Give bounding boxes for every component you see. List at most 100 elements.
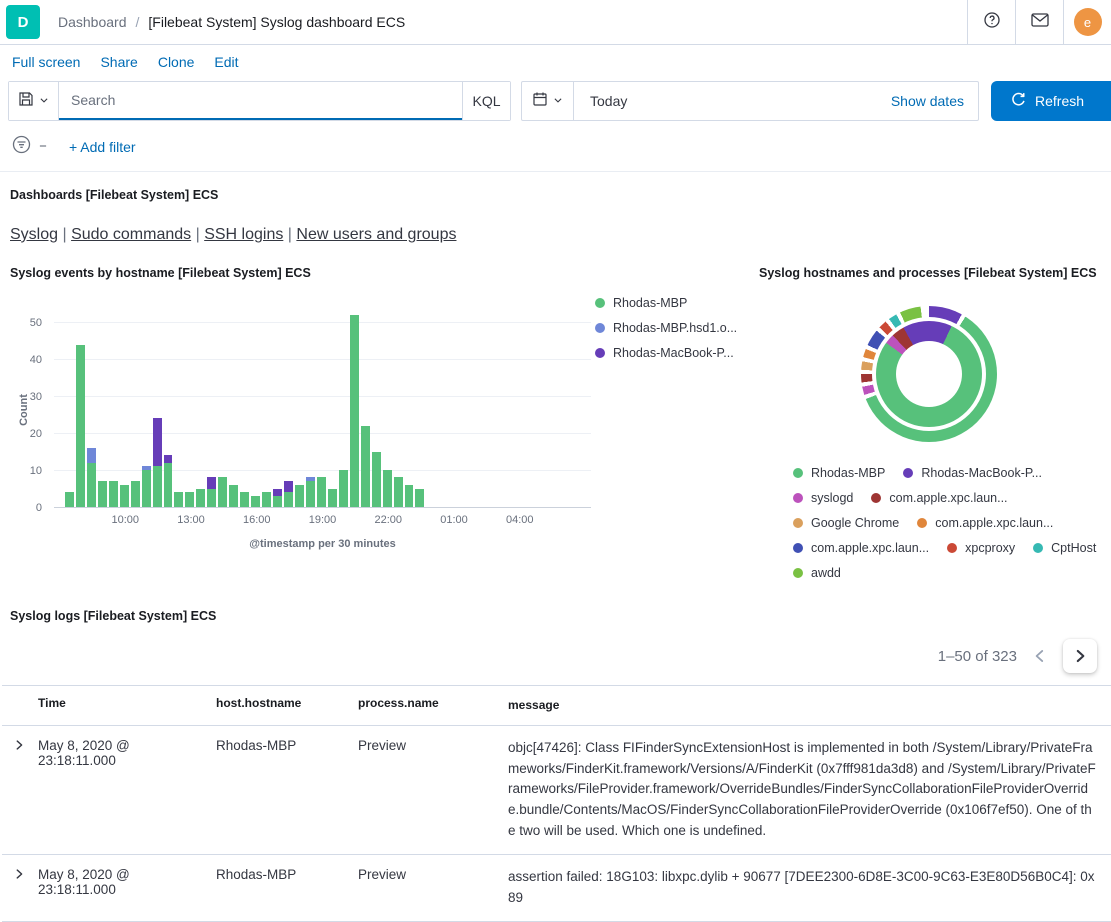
- menu-link-full-screen[interactable]: Full screen: [12, 54, 80, 70]
- bar-17:30[interactable]: [284, 304, 293, 507]
- x-tick-label: 10:00: [111, 514, 139, 526]
- bar-14:30[interactable]: [218, 304, 227, 507]
- chevron-down-icon[interactable]: [38, 138, 48, 156]
- bar-19:30[interactable]: [328, 304, 337, 507]
- x-tick-label: 04:00: [506, 514, 534, 526]
- nav-link-syslog[interactable]: Syslog: [10, 226, 58, 243]
- legend-item-com-apple-xpc-laun[interactable]: com.apple.xpc.laun...: [871, 491, 1007, 505]
- bar-17:00[interactable]: [273, 304, 282, 507]
- show-dates-link[interactable]: Show dates: [891, 93, 978, 109]
- bar-segment: [174, 492, 183, 507]
- bar-16:00[interactable]: [251, 304, 260, 507]
- user-menu-button[interactable]: e: [1063, 0, 1111, 44]
- date-quick-select-button[interactable]: [522, 82, 574, 120]
- kql-button[interactable]: KQL: [462, 82, 510, 120]
- dashboard-nav-links: Syslog | Sudo commands | SSH logins | Ne…: [10, 226, 1103, 244]
- bar-11:30[interactable]: [153, 304, 162, 507]
- menu-link-edit[interactable]: Edit: [214, 54, 238, 70]
- bar-segment: [251, 496, 260, 507]
- bar-21:00[interactable]: [361, 304, 370, 507]
- newsfeed-button[interactable]: [1015, 0, 1063, 44]
- space-avatar[interactable]: D: [6, 5, 40, 39]
- expand-row-button[interactable]: [2, 867, 38, 884]
- bar-16:30[interactable]: [262, 304, 271, 507]
- add-filter-link[interactable]: + Add filter: [69, 139, 136, 155]
- bar-plot-area: [54, 304, 591, 508]
- search-input[interactable]: [59, 82, 462, 120]
- bar-plot: [54, 304, 591, 508]
- legend-label: CptHost: [1051, 541, 1096, 555]
- bar-13:00[interactable]: [185, 304, 194, 507]
- bar-legend: Rhodas-MBP Rhodas-MBP.hsd1.o... Rhodas-Mac…: [595, 296, 747, 360]
- bar-15:30[interactable]: [240, 304, 249, 507]
- legend-item-google-chrome[interactable]: Google Chrome: [793, 516, 899, 530]
- bar-13:30[interactable]: [196, 304, 205, 507]
- bar-09:30[interactable]: [109, 304, 118, 507]
- bar-20:00[interactable]: [339, 304, 348, 507]
- bar-23:30[interactable]: [415, 304, 424, 507]
- legend-item-cpthost[interactable]: CptHost: [1033, 541, 1096, 555]
- legend-item-rhodas-mbp-hsd1-o[interactable]: Rhodas-MBP.hsd1.o...: [595, 321, 747, 335]
- bar-slot: [536, 304, 545, 507]
- legend-item-awdd[interactable]: awdd: [793, 566, 841, 580]
- bar-22:30[interactable]: [394, 304, 403, 507]
- nav-link-ssh-logins[interactable]: SSH logins: [204, 226, 283, 243]
- top-header-bar: D Dashboard / [Filebeat System] Syslog d…: [0, 0, 1111, 45]
- legend-item-rhodas-macbook-p[interactable]: Rhodas-MacBook-P...: [595, 346, 747, 360]
- pie-chart-title: Syslog hostnames and processes [Filebeat…: [759, 266, 1099, 280]
- bar-18:00[interactable]: [295, 304, 304, 507]
- legend-item-com-apple-xpc-laun[interactable]: com.apple.xpc.laun...: [793, 541, 929, 555]
- column-header-process-name[interactable]: process.name: [358, 696, 508, 715]
- page-title: [Filebeat System] Syslog dashboard ECS: [148, 14, 405, 30]
- bar-segment: [196, 489, 205, 507]
- column-header-host-hostname[interactable]: host.hostname: [216, 696, 358, 715]
- expand-row-button[interactable]: [2, 738, 38, 755]
- bar-18:30[interactable]: [306, 304, 315, 507]
- pie-legend-row: awdd: [793, 566, 1099, 580]
- bar-21:30[interactable]: [372, 304, 381, 507]
- bar-chart-title: Syslog events by hostname [Filebeat Syst…: [10, 266, 747, 280]
- bar-08:00[interactable]: [76, 304, 85, 507]
- bar-19:00[interactable]: [317, 304, 326, 507]
- legend-item-rhodas-mbp[interactable]: Rhodas-MBP: [595, 296, 747, 310]
- bar-segment: [76, 345, 85, 507]
- bar-10:00[interactable]: [120, 304, 129, 507]
- bar-20:30[interactable]: [350, 304, 359, 507]
- bar-08:30[interactable]: [87, 304, 96, 507]
- menu-link-clone[interactable]: Clone: [158, 54, 195, 70]
- menu-link-share[interactable]: Share: [100, 54, 137, 70]
- saved-query-button[interactable]: [9, 82, 59, 120]
- legend-item-com-apple-xpc-laun[interactable]: com.apple.xpc.laun...: [917, 516, 1053, 530]
- column-header-message[interactable]: message: [508, 696, 1111, 715]
- bar-11:00[interactable]: [142, 304, 151, 507]
- refresh-button[interactable]: Refresh: [991, 81, 1111, 121]
- breadcrumb-dashboard[interactable]: Dashboard: [58, 14, 127, 30]
- bar-slot: [470, 304, 479, 507]
- column-header-time[interactable]: Time: [38, 696, 216, 715]
- bar-14:00[interactable]: [207, 304, 216, 507]
- bar-12:30[interactable]: [174, 304, 183, 507]
- y-tick-label: 50: [30, 317, 42, 329]
- nav-link-sudo-commands[interactable]: Sudo commands: [71, 226, 191, 243]
- message-cell: assertion failed: 18G103: libxpc.dylib +…: [508, 867, 1111, 909]
- legend-item-rhodas-macbook-p[interactable]: Rhodas-MacBook-P...: [903, 466, 1042, 480]
- bar-segment: [207, 477, 216, 488]
- bar-09:00[interactable]: [98, 304, 107, 507]
- x-axis-label: @timestamp per 30 minutes: [54, 538, 591, 550]
- nav-link-new-users-and-groups[interactable]: New users and groups: [296, 226, 456, 243]
- bar-07:30[interactable]: [65, 304, 74, 507]
- previous-page-button[interactable]: [1031, 647, 1049, 665]
- bar-23:00[interactable]: [405, 304, 414, 507]
- help-button[interactable]: [967, 0, 1015, 44]
- next-page-button[interactable]: [1063, 639, 1097, 673]
- bar-07:00[interactable]: [54, 304, 63, 507]
- bar-15:00[interactable]: [229, 304, 238, 507]
- legend-item-rhodas-mbp[interactable]: Rhodas-MBP: [793, 466, 885, 480]
- bar-22:00[interactable]: [383, 304, 392, 507]
- filter-icon[interactable]: [12, 135, 31, 159]
- bar-10:30[interactable]: [131, 304, 140, 507]
- bar-12:00[interactable]: [164, 304, 173, 507]
- legend-item-xpcproxy[interactable]: xpcproxy: [947, 541, 1015, 555]
- date-value[interactable]: Today: [574, 93, 627, 109]
- legend-item-syslogd[interactable]: syslogd: [793, 491, 853, 505]
